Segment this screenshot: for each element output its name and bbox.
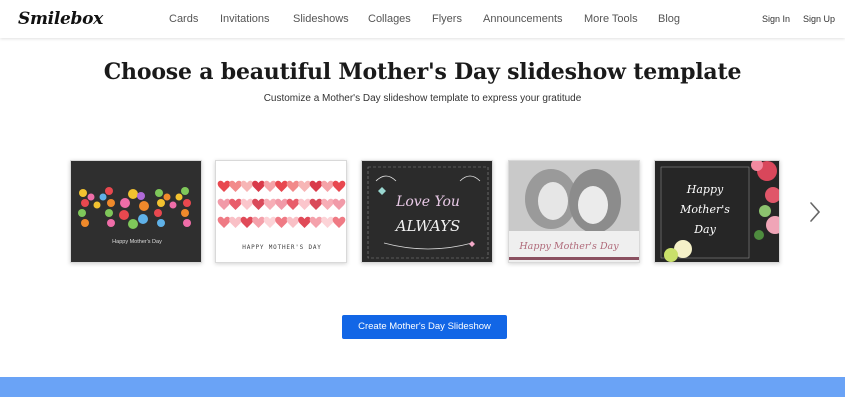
card-art-text: Happy Mother's Day [518,241,619,252]
card-caption: HAPPY MOTHER'S DAY [242,244,321,251]
nav-item-slideshows[interactable]: Slideshows [293,13,349,25]
template-card-hearts[interactable]: HAPPY MOTHER'S DAY [215,160,347,263]
footer-band [0,377,845,397]
page-subtitle: Customize a Mother's Day slideshow templ… [263,93,582,104]
mom-flowers-artwork: Happy Mother's Day [71,161,201,262]
card-art-text-1: Happy [686,183,724,196]
nav-item-flyers[interactable]: Flyers [432,13,462,25]
main-nav: Cards Invitations Slideshows Collages Fl… [0,13,845,27]
card-art-text-2: Mother's [679,203,730,216]
template-card-love-you-always[interactable]: Love You ALWAYS [361,160,493,263]
sign-in-link[interactable]: Sign In [762,14,790,24]
top-nav-bar: Smilebox Cards Invitations Slideshows Co… [0,0,845,38]
card-art-text-2: ALWAYS [394,217,461,235]
page-title: Choose a beautiful Mother's Day slidesho… [103,59,742,85]
card-art-text-3: Day [693,223,716,236]
hearts-artwork: HAPPY MOTHER'S DAY [216,161,346,262]
card-caption: Happy Mother's Day [112,239,162,245]
chalkboard-artwork: Love You ALWAYS [362,161,492,262]
nav-item-announcements[interactable]: Announcements [483,13,563,25]
chevron-right-icon[interactable] [806,199,824,225]
template-card-mom-flowers[interactable]: Happy Mother's Day [70,160,202,263]
nav-item-cards[interactable]: Cards [169,13,198,25]
nav-item-collages[interactable]: Collages [368,13,411,25]
photo-artwork: Happy Mother's Day [509,161,639,262]
sign-up-link[interactable]: Sign Up [803,14,835,24]
create-slideshow-button[interactable]: Create Mother's Day Slideshow [342,315,507,339]
template-card-happy-mothers-day-flowers[interactable]: Happy Mother's Day [654,160,780,263]
nav-item-blog[interactable]: Blog [658,13,680,25]
nav-item-invitations[interactable]: Invitations [220,13,270,25]
nav-item-more-tools[interactable]: More Tools [584,13,638,25]
card-art-text-1: Love You [395,194,460,210]
template-card-photo[interactable]: Happy Mother's Day [508,160,640,263]
flowers-chalkboard-artwork: Happy Mother's Day [655,161,779,262]
